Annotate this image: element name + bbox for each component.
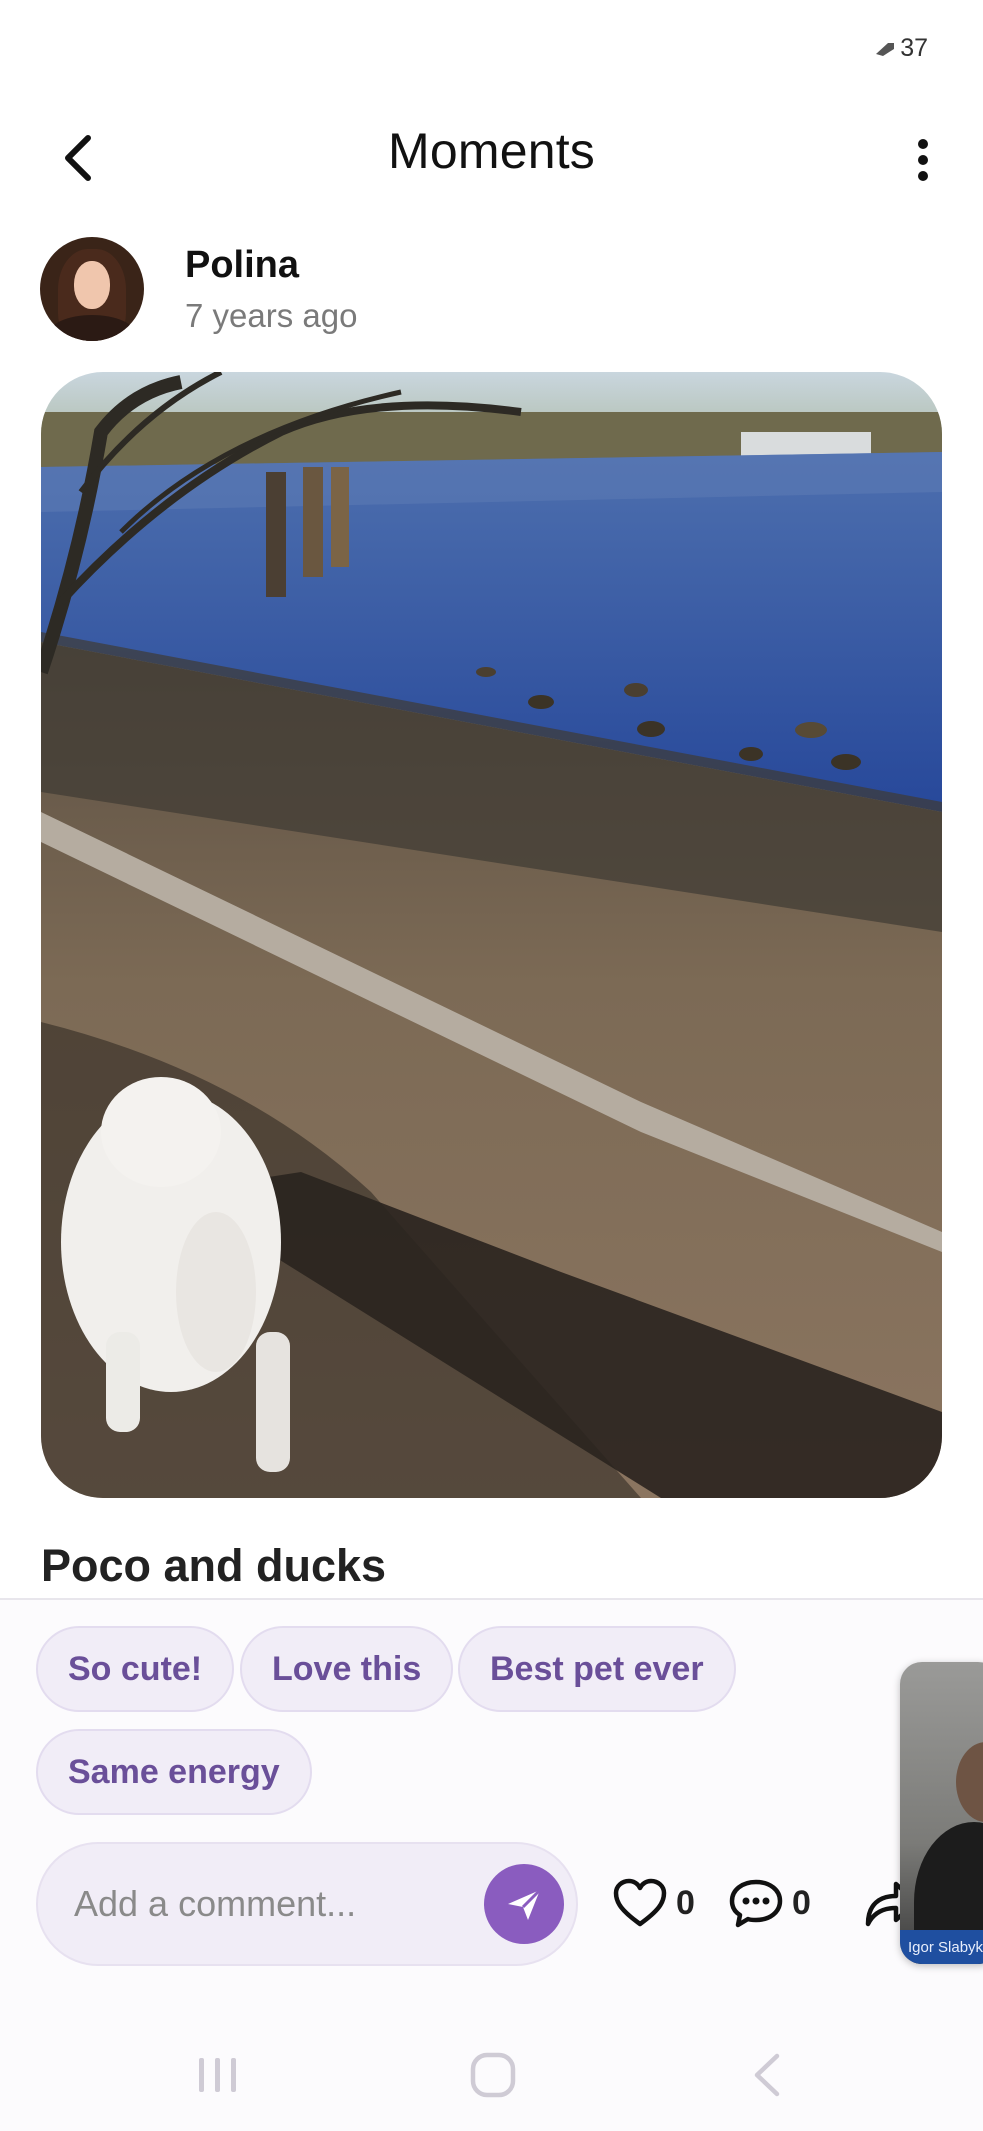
video-call-thumbnail[interactable]: Igor Slabyk (900, 1662, 983, 1964)
post-photo[interactable] (41, 372, 942, 1498)
post-timestamp: 7 years ago (185, 297, 358, 334)
video-participant-name: Igor Slabyk (900, 1930, 983, 1964)
recents-icon (199, 2058, 236, 2092)
more-vertical-icon (918, 139, 928, 181)
system-back-button[interactable] (728, 2040, 808, 2110)
home-button[interactable] (453, 2040, 533, 2110)
recents-button[interactable] (178, 2040, 258, 2110)
quick-reply-chip[interactable]: Best pet ever (458, 1626, 736, 1712)
quick-reply-chip[interactable]: Love this (240, 1626, 454, 1712)
comment-input[interactable] (74, 1844, 474, 1964)
battery-indicator: 37 (874, 34, 928, 63)
avatar[interactable] (40, 237, 144, 341)
battery-saver-icon (876, 42, 895, 56)
more-options-button[interactable] (893, 124, 953, 196)
quick-reply-chip[interactable]: Same energy (36, 1729, 312, 1815)
system-back-icon (754, 2053, 780, 2097)
comment-count: 0 (792, 1883, 811, 1922)
home-icon (470, 2052, 516, 2098)
post-author: Polina 7 years ago (40, 236, 357, 342)
like-count: 0 (676, 1883, 695, 1922)
send-button[interactable] (484, 1864, 564, 1944)
comment-bubble-icon (729, 1879, 783, 1928)
status-bar: 37 (0, 0, 983, 96)
top-app-bar: Moments (0, 110, 983, 210)
like-button[interactable]: 0 (612, 1868, 695, 1938)
comment-composer (36, 1842, 578, 1966)
system-nav-bar (0, 2020, 983, 2131)
battery-level: 37 (900, 34, 928, 62)
heart-icon (613, 1878, 667, 1927)
post-caption: Poco and ducks (41, 1540, 387, 1591)
quick-reply-chip[interactable]: So cute! (36, 1626, 235, 1712)
comments-button[interactable]: 0 (728, 1868, 811, 1938)
page-title: Moments (387, 123, 595, 179)
send-icon (508, 1888, 542, 1920)
photo-content (41, 372, 942, 1498)
author-name[interactable]: Polina (185, 242, 357, 288)
